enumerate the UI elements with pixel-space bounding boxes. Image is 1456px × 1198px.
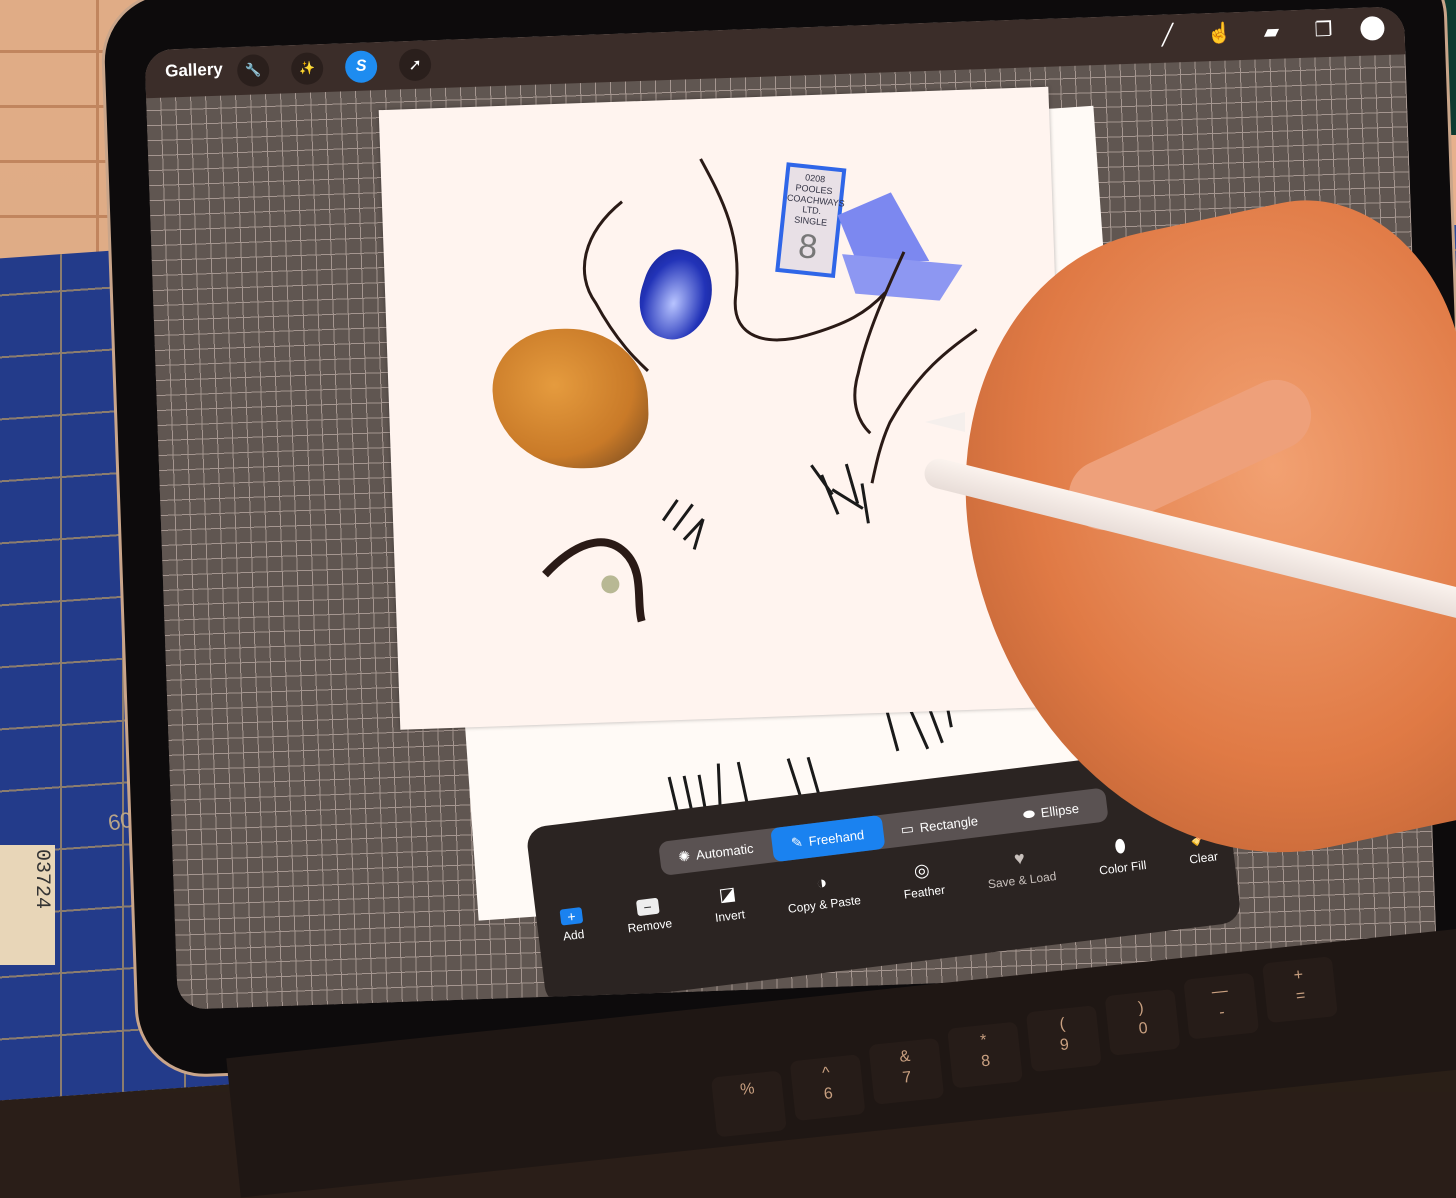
brush-icon[interactable]: ╱ — [1152, 22, 1183, 48]
keyboard-key[interactable]: ^ 6 — [789, 1054, 866, 1122]
keyboard-key[interactable]: + = — [1262, 956, 1338, 1024]
rectangle-icon: ▭ — [899, 819, 915, 838]
drawing-figure-mid-right — [810, 463, 870, 524]
starburst-icon: ✺ — [677, 847, 691, 865]
invert-label: Invert — [714, 907, 746, 925]
small-pebble — [601, 575, 620, 594]
keyboard-key[interactable]: % — [710, 1070, 787, 1138]
feather-button[interactable]: ◎ Feather — [900, 858, 946, 902]
transform-button[interactable]: ➚ — [398, 48, 432, 82]
keyboard-key[interactable]: — - — [1183, 972, 1260, 1040]
add-button[interactable]: + Add — [559, 907, 586, 944]
save-load-label: Save & Load — [987, 869, 1058, 892]
add-label: Add — [562, 926, 586, 944]
keyboard-key[interactable]: * 8 — [947, 1021, 1023, 1089]
save-load-button[interactable]: ♥ Save & Load — [984, 844, 1058, 892]
seaweed-strand-5 — [542, 538, 646, 623]
selection-button[interactable]: S — [344, 50, 378, 84]
drawing-figure-mid-left — [661, 499, 705, 550]
actions-button[interactable]: 🔧 — [236, 53, 270, 88]
copy-paste-icon: ◑ — [815, 872, 829, 894]
seaweed-layer — [542, 158, 978, 623]
layers-icon[interactable]: ❐ — [1308, 17, 1339, 43]
mode-ellipse-button[interactable]: ⬬ Ellipse — [993, 787, 1109, 834]
feather-label: Feather — [903, 882, 946, 902]
keyboard-key[interactable]: & 7 — [868, 1037, 945, 1105]
remove-button[interactable]: − Remove — [624, 896, 673, 936]
adjustments-button[interactable]: ✨ — [290, 52, 324, 86]
mode-automatic-label: Automatic — [695, 840, 755, 863]
ellipse-icon: ⬬ — [1021, 804, 1036, 823]
invert-button[interactable]: ◪ Invert — [711, 882, 746, 925]
minus-icon: − — [635, 897, 660, 917]
mode-freehand-button[interactable]: ✎ Freehand — [769, 814, 886, 863]
invert-icon: ◪ — [717, 883, 738, 906]
keyboard-key[interactable]: (9 — [1025, 1005, 1102, 1073]
seaweed-strand-4 — [870, 328, 978, 484]
smudge-icon[interactable]: ☝ — [1204, 20, 1235, 46]
mode-rectangle-button[interactable]: ▭ Rectangle — [881, 801, 997, 848]
plus-icon: + — [559, 907, 584, 926]
seaweed-strand-2 — [699, 158, 887, 342]
key-main-symbol: % — [739, 1080, 756, 1099]
copy-paste-button[interactable]: ◑ Copy & Paste — [784, 868, 862, 916]
feather-icon: ◎ — [912, 859, 931, 882]
eraser-icon[interactable]: ▰ — [1256, 18, 1287, 44]
color-picker-button[interactable] — [1360, 15, 1385, 41]
mode-automatic-button[interactable]: ✺ Automatic — [658, 829, 774, 876]
color-fill-label: Color Fill — [1098, 857, 1148, 878]
right-tool-group: ╱ ☝ ▰ ❐ — [1152, 15, 1385, 48]
mode-freehand-label: Freehand — [807, 826, 865, 849]
seaweed-strand-1 — [582, 200, 649, 373]
selection-s-icon: S — [355, 57, 367, 75]
photo-canvas[interactable]: 0208 POOLES COACHWAYS LTD. SINGLE 8 — [378, 86, 1070, 730]
mode-ellipse-label: Ellipse — [1039, 800, 1080, 820]
paper-ticket: 03724 — [0, 845, 55, 965]
gallery-button[interactable]: Gallery — [165, 60, 223, 82]
magic-wand-icon: ✨ — [298, 60, 316, 76]
heart-icon: ♥ — [1012, 847, 1026, 869]
clear-label: Clear — [1188, 849, 1219, 867]
mode-rectangle-label: Rectangle — [918, 812, 979, 835]
copy-paste-label: Copy & Paste — [787, 893, 862, 916]
keyboard-key[interactable]: ) 0 — [1104, 988, 1181, 1056]
arrow-cursor-icon: ➚ — [408, 56, 423, 75]
color-fill-icon: ⬮ — [1113, 835, 1127, 857]
remove-label: Remove — [626, 916, 673, 936]
freehand-icon: ✎ — [790, 833, 804, 851]
wrench-icon: 🔧 — [244, 62, 262, 78]
color-fill-button[interactable]: ⬮ Color Fill — [1095, 833, 1147, 877]
